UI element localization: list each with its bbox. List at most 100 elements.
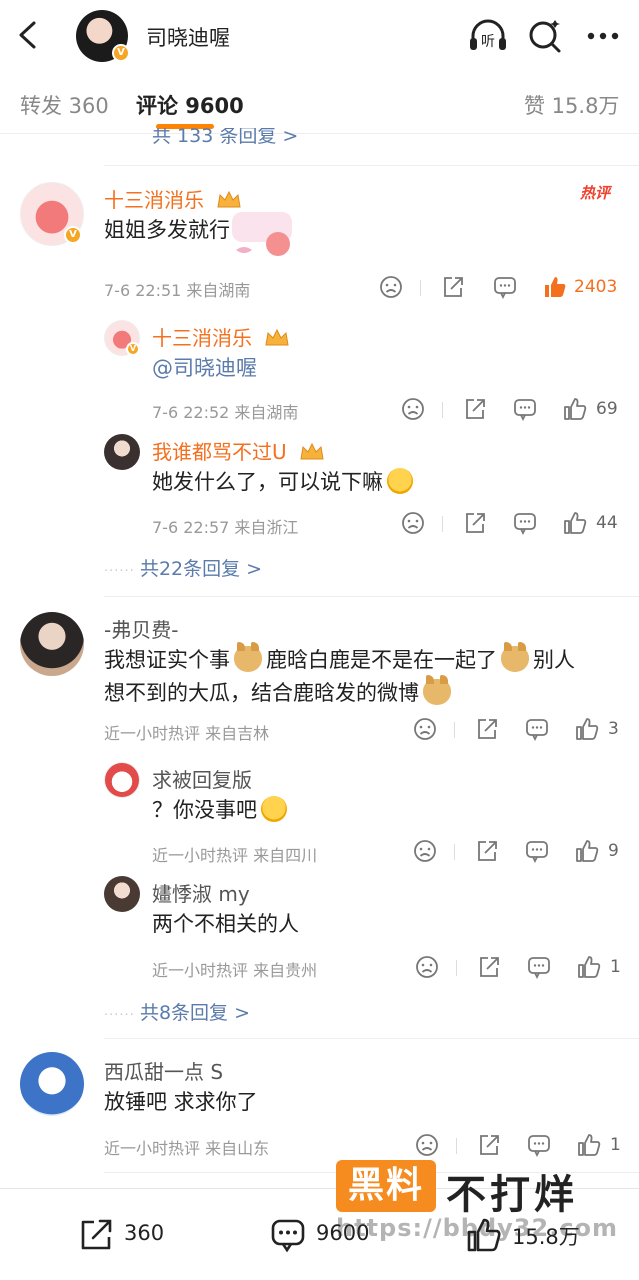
share-icon[interactable] [440,274,466,300]
comment-bubble-icon[interactable] [524,838,550,864]
comment-text: 姐姐多发就行 [104,218,230,242]
watermark-box: 黑料 [336,1160,436,1212]
reply-meta: 7-6 22:57 来自浙江 [152,518,299,537]
verified-badge-icon: V [112,44,130,62]
divider [104,165,639,166]
like-thumb-icon[interactable] [574,716,600,742]
comment-bubble-icon[interactable] [526,1132,552,1158]
divider [456,1138,457,1154]
more-replies-link[interactable]: 共22条回复 > [104,554,262,581]
avatar[interactable] [104,434,140,470]
like-count: 69 [596,399,618,419]
like-thumb-icon[interactable] [574,838,600,864]
fan-crown-icon [265,328,289,346]
comment-author[interactable]: 十三消消乐 [104,184,242,213]
avatar[interactable] [104,876,140,912]
chevron-left-icon[interactable] [14,20,42,50]
like-count: 3 [608,719,619,739]
mention-link[interactable]: @司晓迪喔 [152,352,257,385]
headphones-listen-icon[interactable]: 听 [468,18,508,54]
reply-actions: 69 [398,396,628,426]
more-replies-link[interactable]: 共8条回复 > [104,998,250,1025]
divider [104,596,639,597]
top-bar: V 司晓迪喔 听 [0,0,639,70]
share-icon[interactable] [476,954,502,980]
dislike-face-icon[interactable] [412,716,438,742]
divider [454,722,455,738]
fan-crown-icon [217,190,241,208]
comment-bubble-icon[interactable] [512,396,538,422]
doge-emoji-icon [501,642,529,672]
divider [442,516,443,532]
like-thumb-icon-active[interactable] [542,274,568,300]
avatar[interactable] [20,612,84,676]
hot-comment-badge: 热评 [580,184,611,202]
reply-author-name: 十三消消乐 [152,326,252,350]
reply-author-name[interactable]: 嫿悸淑 my [152,878,250,907]
divider [456,960,457,976]
sticker-decoration-icon [232,212,292,256]
share-icon[interactable] [474,838,500,864]
search-icon[interactable] [526,18,566,54]
divider [420,280,421,296]
comment-bubble-icon[interactable] [512,510,538,536]
reply-text: ？你没事吧 [152,794,291,827]
more-replies-link-previous[interactable]: 共 133 条回复 > [152,128,298,148]
comment-actions: 2403 [376,274,626,304]
more-dots-icon[interactable] [584,18,624,54]
repost-share-icon [81,1219,112,1250]
comment-bubble-icon[interactable] [524,716,550,742]
comment-bubble-icon[interactable] [526,954,552,980]
like-thumb-icon[interactable] [576,1132,602,1158]
comment-author-name[interactable]: -弗贝费- [104,614,178,643]
like-thumb-icon[interactable] [562,510,588,536]
dislike-face-icon[interactable] [400,396,426,422]
comment-author-name: 十三消消乐 [104,188,204,212]
tab-comments[interactable]: 评论 9600 [136,90,244,120]
repost-count: 360 [124,1221,165,1245]
comment-actions: 3 [410,716,630,746]
dislike-face-icon[interactable] [400,510,426,536]
comment-author-name[interactable]: 西瓜甜一点 S [104,1056,223,1085]
page-title: 司晓迪喔 [146,26,230,50]
comment-text-part: 我想证实个事 [104,648,230,672]
comment-text-part: 鹿晗白鹿是不是在一起了 [266,648,497,672]
share-icon[interactable] [474,716,500,742]
comment-meta: 近一小时热评 来自山东 [104,1139,270,1158]
divider [442,402,443,418]
divider [104,1038,639,1039]
reply-author[interactable]: 我谁都骂不过U [152,436,325,465]
reply-author-name[interactable]: 求被回复版 [152,764,252,793]
comment-text: 我想证实个事 鹿晗白鹿是不是在一起了 别人 想不到的大瓜，结合鹿晗发的微博 [104,642,624,710]
avatar[interactable] [104,762,140,798]
dislike-face-icon[interactable] [414,954,440,980]
comment-meta: 7-6 22:51 来自湖南 [104,281,251,300]
comment-bubble-icon[interactable] [492,274,518,300]
dislike-face-icon[interactable] [414,1132,440,1158]
tab-bar: 转发 360 评论 9600 赞 15.8万 [0,70,639,134]
comment-bubble-icon [271,1219,305,1253]
dislike-face-icon[interactable] [378,274,404,300]
doge-emoji-icon [234,642,262,672]
reply-meta: 近一小时热评 来自四川 [152,846,318,865]
verified-badge-icon: V [126,342,140,356]
watermark-url: https://bbdy32.com [336,1214,619,1242]
like-count: 9 [608,841,619,861]
listen-label: 听 [481,34,495,50]
tab-likes[interactable]: 赞 15.8万 [524,90,619,120]
watermark-text: 不打烊 [446,1172,578,1218]
reply-text: 两个不相关的人 [152,912,299,936]
comment-text: 放锤吧 求求你了 [104,1090,258,1114]
like-thumb-icon[interactable] [576,954,602,980]
reply-author[interactable]: 十三消消乐 [152,322,290,351]
tab-repost[interactable]: 转发 360 [20,90,109,120]
avatar[interactable] [20,1052,84,1116]
share-icon[interactable] [476,1132,502,1158]
like-thumb-icon[interactable] [562,396,588,422]
share-icon[interactable] [462,396,488,422]
reply-actions: 1 [412,954,632,984]
doge-emoji-icon [423,675,451,705]
share-icon[interactable] [462,510,488,536]
dislike-face-icon[interactable] [412,838,438,864]
repost-button[interactable]: 360 [78,1217,188,1253]
